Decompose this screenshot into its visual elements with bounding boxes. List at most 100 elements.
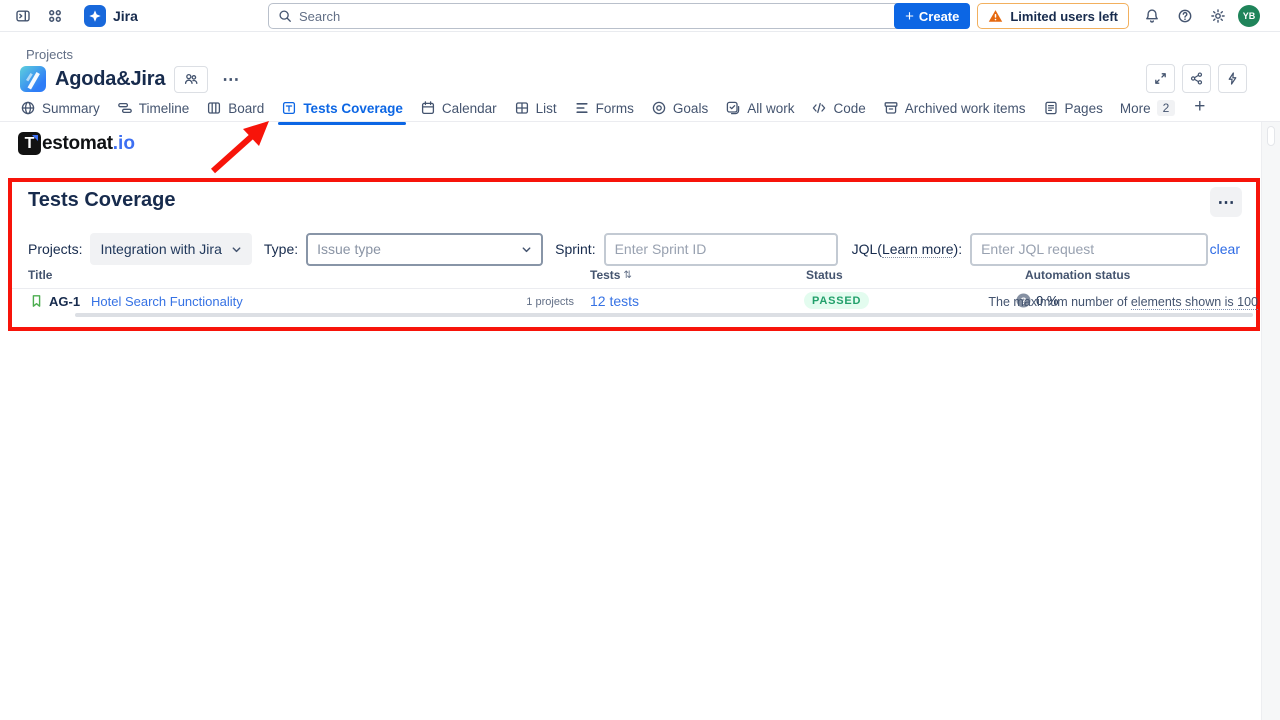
tab-label: Timeline: [139, 101, 190, 116]
column-header-status: Status: [806, 268, 843, 282]
panel-title: Tests Coverage: [28, 189, 175, 212]
page-title: Agoda&Jira: [55, 68, 165, 91]
all-work-icon: [725, 100, 741, 116]
column-header-automation-status: Automation status: [1025, 268, 1130, 282]
issue-type-select[interactable]: Issue type: [306, 233, 543, 266]
sprint-filter-label: Sprint:: [555, 241, 595, 257]
clear-filters-link[interactable]: clear: [1210, 241, 1240, 257]
tab-goals[interactable]: Goals: [651, 97, 708, 119]
project-avatar: [20, 66, 46, 92]
tab-label: Summary: [42, 101, 100, 116]
ellipsis-icon: ⋯: [222, 70, 239, 89]
tab-forms[interactable]: Forms: [574, 97, 634, 119]
app-grid-icon: [47, 8, 63, 24]
horizontal-scrollbar[interactable]: [75, 313, 1253, 317]
table-header: Title Tests ⇅ Status Automation status: [12, 268, 1256, 288]
tab-code[interactable]: Code: [811, 97, 865, 119]
tab-label: More: [1120, 101, 1151, 116]
vertical-scrollbar-thumb[interactable]: [1267, 126, 1275, 146]
tests-count-link[interactable]: 12 tests: [590, 293, 639, 309]
sidebar-toggle-button[interactable]: [10, 3, 36, 29]
search-input[interactable]: [299, 9, 900, 24]
project-title-row: Agoda&Jira ⋯: [20, 65, 244, 93]
tab-archived-work-items[interactable]: Archived work items: [883, 97, 1026, 119]
tab-list[interactable]: List: [514, 97, 557, 119]
topbar-left-group: Jira: [10, 0, 138, 32]
automation-button[interactable]: [1218, 64, 1247, 93]
jql-filter-label: JQL(Learn more):: [852, 241, 963, 257]
tab-label: Code: [833, 101, 865, 116]
filters-row: Projects: Integration with Jira Type: Is…: [28, 232, 1240, 266]
project-tabs: Summary Timeline Board Tests Coverage Calend…: [0, 97, 1280, 122]
issue-title-link[interactable]: Hotel Search Functionality: [91, 294, 243, 309]
user-avatar[interactable]: YB: [1238, 5, 1260, 27]
sprint-id-input[interactable]: [604, 233, 838, 266]
tab-label: List: [536, 101, 557, 116]
tab-pages[interactable]: Pages: [1043, 97, 1103, 119]
note-underlined-text: elements shown is 100: [1131, 295, 1258, 310]
table-header-divider: [12, 288, 1256, 289]
topbar-right-group: + Create Limited users left YB: [894, 0, 1260, 32]
testomat-logo-letter: T: [25, 135, 35, 153]
testomat-logo: T estomat .io: [18, 132, 135, 155]
tab-calendar[interactable]: Calendar: [420, 97, 497, 119]
notifications-button[interactable]: [1139, 3, 1165, 29]
timeline-icon: [117, 100, 133, 116]
column-header-title: Title: [28, 268, 52, 282]
panel-more-button[interactable]: ⋯: [1210, 187, 1242, 217]
column-header-tests[interactable]: Tests ⇅: [590, 268, 632, 282]
note-prefix: The maximum number of: [988, 295, 1130, 309]
learn-more-link[interactable]: Learn more: [882, 241, 954, 258]
tab-tests-coverage[interactable]: Tests Coverage: [281, 97, 403, 119]
jql-request-input[interactable]: [970, 233, 1208, 266]
annotation-arrow: [205, 119, 277, 179]
story-bookmark-icon: [29, 293, 44, 309]
project-more-button[interactable]: ⋯: [217, 71, 244, 88]
pages-icon: [1043, 100, 1059, 116]
testomat-logo-domain: .io: [113, 133, 135, 155]
add-tab-button[interactable]: +: [1194, 97, 1205, 117]
project-members-button[interactable]: [174, 66, 208, 93]
projects-count: 1 projects: [462, 296, 574, 308]
share-icon: [1189, 71, 1204, 86]
plus-icon: +: [905, 9, 914, 24]
help-icon: [1177, 8, 1193, 24]
warning-label: Limited users left: [1010, 9, 1118, 24]
issue-key: AG-1: [49, 294, 80, 309]
projects-dropdown[interactable]: Integration with Jira: [90, 233, 251, 265]
gear-icon: [1210, 8, 1226, 24]
globe-icon: [20, 100, 36, 116]
create-button[interactable]: + Create: [894, 3, 970, 29]
help-button[interactable]: [1172, 3, 1198, 29]
sort-icon: ⇅: [623, 270, 631, 281]
jql-label-suffix: ):: [954, 241, 963, 257]
calendar-icon: [420, 100, 436, 116]
breadcrumb[interactable]: Projects: [26, 47, 73, 62]
settings-button[interactable]: [1205, 3, 1231, 29]
people-icon: [183, 71, 199, 87]
jira-logo-icon: [84, 5, 106, 27]
fullscreen-button[interactable]: [1146, 64, 1175, 93]
tab-all-work[interactable]: All work: [725, 97, 794, 119]
app-switcher-button[interactable]: [42, 3, 68, 29]
tab-board[interactable]: Board: [206, 97, 264, 119]
header-actions: [1146, 64, 1247, 93]
plus-icon: +: [1194, 96, 1205, 117]
global-search[interactable]: [268, 3, 910, 29]
more-count-badge: 2: [1157, 100, 1176, 116]
share-button[interactable]: [1182, 64, 1211, 93]
limited-users-warning-button[interactable]: Limited users left: [977, 3, 1129, 29]
app-name: Jira: [113, 8, 138, 24]
status-badge: PASSED: [804, 292, 869, 309]
tab-summary[interactable]: Summary: [20, 97, 100, 119]
tab-label: Pages: [1065, 101, 1103, 116]
projects-filter-label: Projects:: [28, 241, 82, 257]
tab-label: Goals: [673, 101, 708, 116]
sidebar-toggle-icon: [15, 8, 31, 24]
jira-home-link[interactable]: Jira: [84, 5, 138, 27]
warning-triangle-icon: [988, 9, 1003, 23]
code-icon: [811, 100, 827, 116]
tab-more[interactable]: More 2: [1120, 97, 1175, 119]
vertical-scrollbar-track[interactable]: [1261, 122, 1280, 720]
tab-timeline[interactable]: Timeline: [117, 97, 190, 119]
